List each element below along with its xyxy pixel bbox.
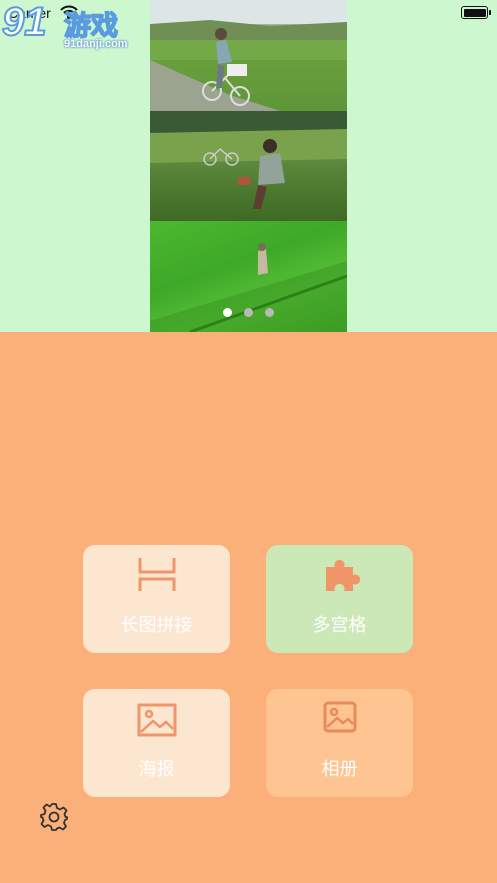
watermark-url: 91danji.com xyxy=(64,38,128,50)
battery-icon xyxy=(461,6,491,19)
photo-album-button[interactable]: 相册 xyxy=(266,689,413,797)
long-image-stitch-button[interactable]: 长图拼接 xyxy=(83,545,230,653)
puzzle-piece-icon xyxy=(326,559,361,591)
image-icon xyxy=(137,703,177,737)
carousel-page-indicator[interactable] xyxy=(221,308,281,318)
poster-button[interactable]: 海报 xyxy=(83,689,230,797)
watermark-number: 91 xyxy=(1,0,47,45)
tile-label: 长图拼接 xyxy=(120,615,193,636)
page-dot-2[interactable] xyxy=(244,308,253,317)
multi-grid-button[interactable]: 多宫格 xyxy=(266,545,413,653)
tile-label: 海报 xyxy=(138,759,175,780)
page-dot-3[interactable] xyxy=(265,308,274,317)
long-image-stitch-icon xyxy=(138,558,176,591)
watermark-logo: 91 游戏 91danji.com xyxy=(1,0,137,54)
photo-carousel[interactable] xyxy=(150,0,347,332)
page-dot-1[interactable] xyxy=(223,308,232,317)
carousel-photo-cycling xyxy=(150,0,347,111)
tile-label: 相册 xyxy=(321,759,358,780)
tile-label: 多宫格 xyxy=(312,615,367,636)
gear-icon[interactable] xyxy=(39,802,69,832)
carousel-photo-sitting xyxy=(150,111,347,221)
photo-album-icon xyxy=(323,701,357,733)
